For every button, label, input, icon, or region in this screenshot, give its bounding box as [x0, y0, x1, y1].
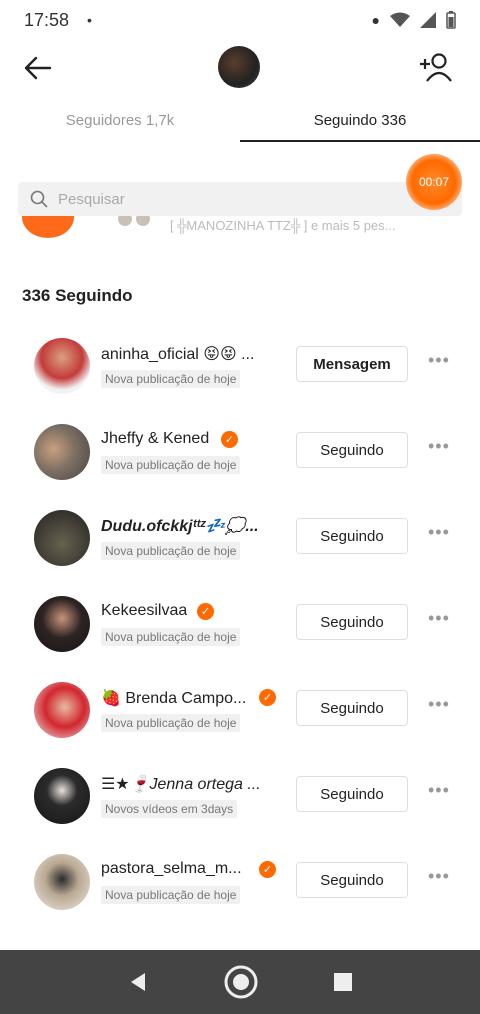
username: Dudu.ofckkjᵗᵗᶻ💤💭...	[101, 518, 259, 535]
section-title: 336 Seguindo	[22, 286, 133, 305]
following-button[interactable]: Seguindo	[296, 518, 408, 554]
more-options-icon[interactable]: •••	[428, 867, 450, 886]
username: pastora_selma_m...	[101, 860, 242, 877]
list-item[interactable]: Jheffy & Kened ✓ Nova publicação de hoje…	[0, 410, 480, 496]
status-bar: 17:58 • ●	[0, 0, 480, 40]
activity-badge: Nova publicação de hoje	[101, 456, 241, 474]
mini-avatars	[116, 216, 156, 230]
avatar[interactable]	[34, 424, 90, 480]
username: Jheffy & Kened	[101, 430, 210, 447]
message-button[interactable]: Mensagem	[296, 346, 408, 382]
list-item[interactable]: pastora_selma_m... ✓ Nova publicação de …	[0, 840, 480, 926]
following-button[interactable]: Seguindo	[296, 862, 408, 898]
list-item[interactable]: ☰★🍷Jenna ortega ... Novos vídeos em 3day…	[0, 754, 480, 840]
avatar[interactable]	[34, 338, 90, 394]
more-options-icon[interactable]: •••	[428, 695, 450, 714]
add-user-icon[interactable]	[418, 50, 452, 84]
profile-avatar[interactable]	[218, 46, 260, 88]
activity-badge: Nova publicação de hoje	[101, 714, 241, 732]
avatar[interactable]	[34, 510, 90, 566]
notification-dot: •	[87, 12, 92, 28]
more-options-icon[interactable]: •••	[428, 609, 450, 628]
small-dot-icon: ●	[371, 12, 380, 28]
following-button[interactable]: Seguindo	[296, 432, 408, 468]
system-nav-bar	[0, 950, 480, 1014]
username: Kekeesilvaa	[101, 602, 188, 619]
more-options-icon[interactable]: •••	[428, 437, 450, 456]
list-item[interactable]: 🍓 Brenda Campo... ✓ Nova publicação de h…	[0, 668, 480, 754]
activity-badge: Nova publicação de hoje	[101, 886, 241, 904]
username: 🍓 Brenda Campo...	[101, 690, 247, 707]
avatar[interactable]	[34, 768, 90, 824]
activity-badge: Nova publicação de hoje	[101, 370, 241, 388]
search-placeholder: Pesquisar	[58, 190, 125, 208]
following-button[interactable]: Seguindo	[296, 776, 408, 812]
following-button[interactable]: Seguindo	[296, 604, 408, 640]
back-arrow-icon[interactable]	[22, 52, 54, 84]
avatar[interactable]	[34, 854, 90, 910]
username: aninha_oficial 😝😝 ...	[101, 346, 255, 363]
wifi-icon	[390, 12, 410, 27]
orange-avatar	[22, 216, 74, 238]
activity-badge: Novos vídeos em 3days	[101, 800, 238, 818]
following-list: aninha_oficial 😝😝 ... Nova publicação de…	[0, 324, 480, 926]
recents-square-icon[interactable]	[333, 972, 353, 992]
status-time: 17:58	[24, 9, 70, 30]
following-button[interactable]: Seguindo	[296, 690, 408, 726]
verified-badge-icon: ✓	[197, 603, 214, 620]
tab-followers[interactable]: Seguidores 1,7k	[0, 100, 240, 142]
more-options-icon[interactable]: •••	[428, 781, 450, 800]
battery-icon	[446, 11, 456, 29]
list-item[interactable]: aninha_oficial 😝😝 ... Nova publicação de…	[0, 324, 480, 410]
tab-following[interactable]: Seguindo 336	[240, 100, 480, 142]
verified-badge-icon: ✓	[221, 431, 238, 448]
list-item[interactable]: Kekeesilvaa ✓ Nova publicação de hoje Se…	[0, 582, 480, 668]
activity-badge: Nova publicação de hoje	[101, 628, 241, 646]
list-item[interactable]: Dudu.ofckkjᵗᵗᶻ💤💭... Nova publicação de h…	[0, 496, 480, 582]
status-icons: ●	[372, 11, 456, 29]
more-options-icon[interactable]: •••	[428, 523, 450, 542]
search-icon	[30, 190, 48, 208]
username: ☰★🍷Jenna ortega ...	[101, 776, 261, 793]
peek-text: [ ╬MANOZINHA TTZ╬ ] e mais 5 pes...	[170, 218, 396, 233]
suggested-row-peek: [ ╬MANOZINHA TTZ╬ ] e mais 5 pes...	[20, 216, 460, 240]
back-triangle-icon[interactable]	[127, 971, 149, 993]
avatar[interactable]	[34, 596, 90, 652]
signal-icon	[420, 12, 436, 28]
verified-badge-icon: ✓	[259, 689, 276, 706]
follow-tabs: Seguidores 1,7k Seguindo 336	[0, 100, 480, 142]
recording-timer[interactable]: 00:07	[406, 154, 462, 210]
profile-header	[0, 40, 480, 96]
search-input[interactable]: Pesquisar	[18, 182, 462, 216]
activity-badge: Nova publicação de hoje	[101, 542, 241, 560]
home-circle-icon[interactable]	[223, 964, 259, 1000]
avatar[interactable]	[34, 682, 90, 738]
more-options-icon[interactable]: •••	[428, 351, 450, 370]
verified-badge-icon: ✓	[259, 861, 276, 878]
timer-label: 00:07	[418, 175, 450, 189]
